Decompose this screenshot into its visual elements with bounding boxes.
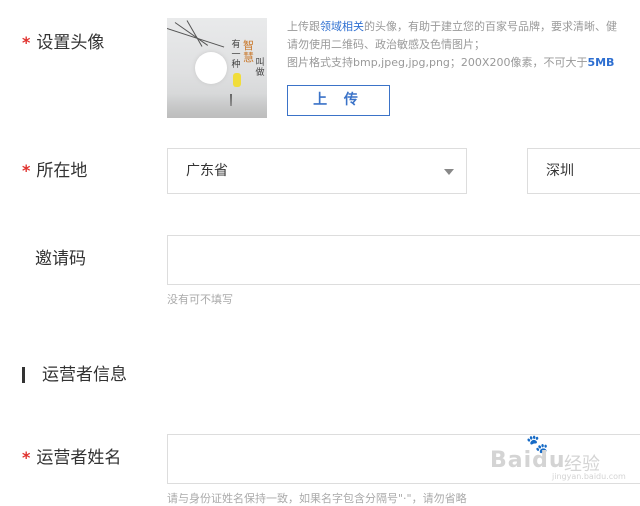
tip-text: 上传跟 xyxy=(287,20,320,33)
art-text-3: 叫做 xyxy=(255,58,265,78)
tip-text: 图片格式支持bmp,jpeg,jpg,png；200X200像素，不可大于 xyxy=(287,56,588,69)
chevron-down-icon xyxy=(444,169,454,175)
province-select[interactable]: 广东省 xyxy=(167,148,467,194)
section-marker xyxy=(22,367,25,383)
required-mark: * xyxy=(22,161,31,180)
tip-text: 的头像，有助于建立您的百家号品牌，要求清晰、健 xyxy=(364,20,617,33)
tip-line-2: 请勿使用二维码、政治敏感及色情图片； xyxy=(287,38,485,51)
yellow-figure xyxy=(233,73,241,87)
required-mark: * xyxy=(22,448,31,467)
required-mark: * xyxy=(22,33,31,52)
operator-name-label-row: * 运营者姓名 xyxy=(22,447,121,469)
upload-button[interactable]: 上 传 xyxy=(287,85,390,116)
city-select[interactable]: 深圳 xyxy=(527,148,640,194)
moon-graphic xyxy=(195,52,227,84)
avatar-label: 设置头像 xyxy=(36,33,105,53)
invite-label-row: 邀请码 xyxy=(22,248,86,270)
operator-name-label: 运营者姓名 xyxy=(36,448,122,468)
city-value: 深圳 xyxy=(546,163,574,179)
mist-graphic xyxy=(167,94,267,118)
operator-section-title: 运营者信息 xyxy=(42,365,127,385)
art-text-1: 有一种 xyxy=(231,40,241,70)
branch-decoration xyxy=(174,22,209,46)
avatar-tip: 上传跟领域相关的头像，有助于建立您的百家号品牌，要求清晰、健 请勿使用二维码、政… xyxy=(287,18,640,72)
watermark-url: jingyan.baidu.com xyxy=(552,472,626,481)
art-text-2: 智慧 xyxy=(243,39,254,64)
baidu-jingyan-watermark: 🐾 Baidu 经验 jingyan.baidu.com xyxy=(490,434,630,481)
tip-line-3: 图片格式支持bmp,jpeg,jpg,png；200X200像素，不可大于5MB xyxy=(287,54,640,72)
tip-line-1: 上传跟领域相关的头像，有助于建立您的百家号品牌，要求清晰、健 xyxy=(287,18,640,36)
location-label: 所在地 xyxy=(36,161,88,181)
operator-name-hint: 请与身份证姓名保持一致，如果名字包含分隔号"·"，请勿省略 xyxy=(167,492,467,505)
size-limit: 5MB xyxy=(587,56,615,69)
location-label-row: * 所在地 xyxy=(22,160,87,182)
domain-link[interactable]: 领域相关 xyxy=(320,20,364,33)
invite-label: 邀请码 xyxy=(35,249,86,269)
invite-hint: 没有可不填写 xyxy=(167,293,233,306)
province-value: 广东省 xyxy=(186,163,228,179)
avatar-label-row: * 设置头像 xyxy=(22,32,104,54)
watermark-brand: Baidu xyxy=(490,448,566,473)
invite-code-input[interactable] xyxy=(167,235,640,285)
avatar-preview: 有一种 智慧 叫做 xyxy=(167,18,267,118)
